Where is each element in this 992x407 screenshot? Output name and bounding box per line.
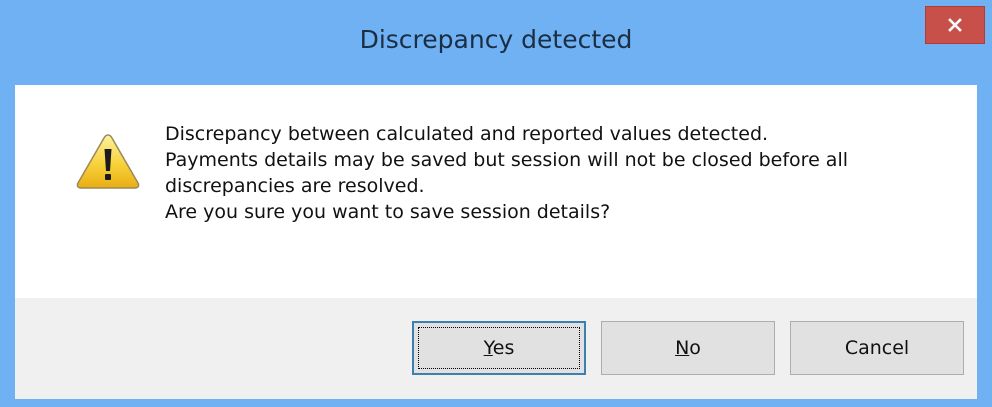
message-text: Discrepancy between calculated and repor… bbox=[165, 121, 955, 225]
message-line: Discrepancy between calculated and repor… bbox=[165, 123, 769, 145]
no-mnemonic: N bbox=[675, 337, 690, 359]
no-label-rest: o bbox=[689, 337, 701, 359]
no-button[interactable]: No bbox=[601, 321, 775, 375]
close-button[interactable] bbox=[925, 6, 985, 44]
cancel-button-label: Cancel bbox=[844, 337, 910, 359]
message-line: discrepancies are resolved. bbox=[165, 175, 425, 197]
warning-icon bbox=[76, 134, 140, 189]
dialog-title: Discrepancy detected bbox=[359, 25, 633, 54]
dialog-body: Discrepancy between calculated and repor… bbox=[15, 85, 977, 399]
yes-label-rest: es bbox=[492, 337, 515, 359]
yes-button-label: Yes bbox=[484, 337, 515, 359]
message-line: Are you sure you want to save session de… bbox=[165, 201, 611, 223]
yes-button[interactable]: Yes bbox=[412, 321, 586, 375]
message-area: Discrepancy between calculated and repor… bbox=[15, 85, 977, 298]
dialog-window: Discrepancy detected Discrepancy between… bbox=[0, 0, 992, 407]
no-button-label: No bbox=[675, 337, 701, 359]
message-line: Payments details may be saved but sessio… bbox=[165, 149, 849, 171]
cancel-button[interactable]: Cancel bbox=[790, 321, 964, 375]
close-icon bbox=[948, 18, 962, 32]
title-bar[interactable]: Discrepancy detected bbox=[0, 0, 992, 85]
yes-mnemonic: Y bbox=[483, 337, 493, 359]
button-bar: Yes No Cancel bbox=[15, 298, 977, 399]
